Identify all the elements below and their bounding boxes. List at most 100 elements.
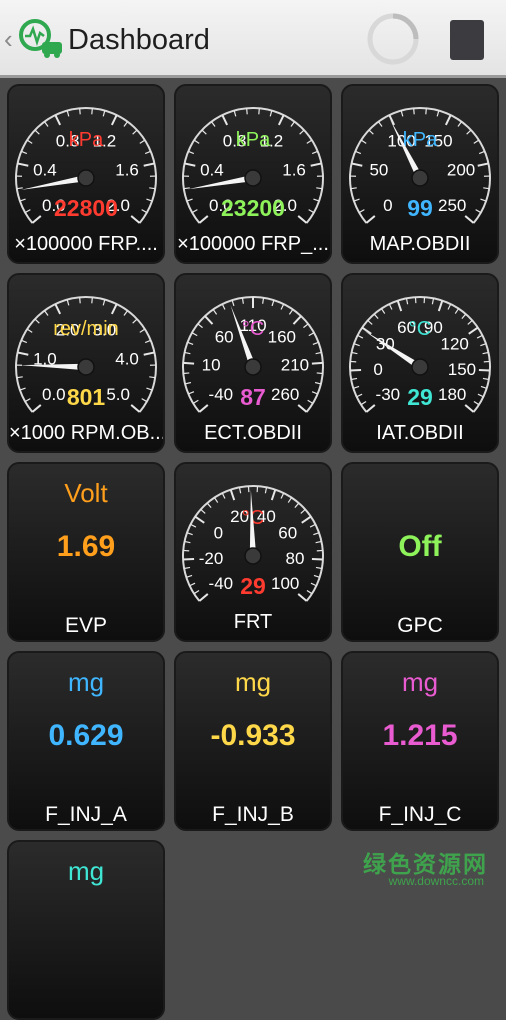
gauge-label: FRT [176, 611, 330, 634]
gauge-tick-label: 250 [438, 196, 466, 215]
gauge-tick [289, 309, 292, 314]
tile-f-inj-c[interactable]: mg 1.215 F_INJ_C [341, 651, 499, 831]
gauge-tick [140, 140, 145, 143]
gauge-tick [149, 188, 155, 189]
gauge-tick [21, 151, 27, 153]
gauge-tick [311, 163, 322, 165]
gauge-tick [188, 392, 194, 394]
gauge-tick [401, 111, 403, 117]
gauge-tick [353, 386, 359, 388]
gauge-needle [20, 364, 86, 370]
stop-button[interactable] [450, 20, 484, 60]
gauge-tick [17, 377, 23, 378]
action-bar: ‹ Dashboard [0, 0, 506, 78]
gauge-tick [103, 111, 105, 117]
page-title: Dashboard [68, 22, 210, 58]
gauge-unit: kPa [236, 129, 271, 151]
gauge-tick-label: -20 [199, 549, 224, 568]
gauge-tick [265, 487, 266, 493]
gauge-tick [133, 319, 137, 323]
gauge-tick-label: 1.6 [115, 160, 139, 179]
gauge-tick [468, 320, 472, 324]
gauge-tick [199, 405, 207, 412]
gauge-tick-label: 210 [281, 356, 309, 375]
gauge-tick [185, 352, 191, 353]
gauge-tick [191, 524, 196, 527]
tile-gpc[interactable]: Off GPC [341, 462, 499, 642]
gauge-tick [476, 210, 481, 213]
gauge-tick [80, 108, 81, 114]
gauge-tick [295, 503, 299, 508]
gauge-label: ×100000 FRP_... [176, 233, 330, 256]
gauge-tick [247, 108, 248, 114]
gauge-tick [35, 130, 39, 134]
gauge-hub [245, 170, 261, 186]
gauge-tick [378, 122, 382, 127]
gauge-tick-label: -40 [209, 574, 234, 593]
tile-f-inj-d[interactable]: mg [7, 840, 165, 1020]
gauge-tick-label: 120 [441, 334, 469, 353]
gauge-tick [205, 316, 213, 324]
gauge-value: 801 [67, 384, 106, 410]
gauge-hub [245, 359, 261, 375]
gauge-tick [199, 216, 207, 223]
gauge-tick [311, 583, 316, 586]
gauge-unit: rev/min [53, 318, 119, 340]
gauge-tick [312, 392, 318, 394]
gauge-tick [352, 163, 363, 165]
gauge-frt[interactable]: -40-20020406080100°C29 FRT [174, 462, 332, 642]
gauge-tick [194, 140, 199, 143]
gauge-tick [313, 199, 319, 201]
gauge-tick [133, 130, 137, 134]
gauge-tick [302, 517, 311, 523]
loading-spinner-icon [366, 12, 420, 66]
gauge-tick [190, 583, 195, 586]
gauge-tick [389, 115, 394, 125]
gauge-tick [479, 151, 485, 153]
gauge-hub [412, 170, 428, 186]
gauge-tick [361, 140, 366, 143]
gauge-tick [314, 575, 320, 577]
tile-f-inj-b[interactable]: mg -0.933 F_INJ_B [174, 651, 332, 831]
gauge-frp-2[interactable]: 0.00.40.81.21.62.0kPa23200 ×100000 FRP_.… [174, 84, 332, 264]
gauge-rpm[interactable]: 0.01.02.03.04.05.0rev/min801 ×1000 RPM.O… [7, 273, 165, 453]
gauge-tick [381, 309, 384, 314]
gauge-tick [465, 405, 473, 412]
gauge-tick [312, 559, 323, 560]
gauge-tick [483, 378, 489, 379]
gauge-tick [358, 335, 363, 338]
gauge-tick [350, 370, 361, 371]
gauge-tick-label: 80 [285, 549, 304, 568]
gauge-value: 87 [240, 384, 266, 410]
gauge-tick [140, 329, 145, 332]
gauge-tick [312, 363, 323, 364]
gauge-tick [308, 400, 313, 403]
back-chevron-icon[interactable]: ‹ [4, 26, 13, 52]
gauge-frp-1[interactable]: 0.00.40.81.21.62.0kPa22800 ×100000 FRP..… [7, 84, 165, 264]
tile-value: 1.69 [9, 530, 163, 564]
gauge-tick [316, 567, 322, 568]
gauge-tick [92, 108, 93, 114]
tile-label: F_INJ_B [176, 803, 330, 827]
gauge-tick [469, 328, 478, 334]
tile-evp[interactable]: Volt 1.69 EVP [7, 462, 165, 642]
gauge-tick [124, 122, 128, 127]
gauge-ect[interactable]: -401060110160210260°C87 ECT.OBDII [174, 273, 332, 453]
gauge-tick [309, 333, 314, 336]
tile-value: Off [343, 530, 497, 564]
app-car-icon[interactable] [18, 18, 64, 60]
tile-f-inj-a[interactable]: mg 0.629 F_INJ_A [7, 651, 165, 831]
gauge-map[interactable]: 050100150200250kPa99 MAP.OBDII [341, 84, 499, 264]
gauge-tick [27, 329, 32, 332]
gauge-tick [142, 210, 147, 213]
gauge-tick [300, 130, 304, 134]
gauge-iat[interactable]: -300306090120150180°C29 IAT.OBDII [341, 273, 499, 453]
gauge-tick [44, 311, 48, 316]
gauge-tick [455, 309, 458, 314]
gauge-tick-label: 0.4 [200, 160, 224, 179]
gauge-tick [17, 188, 23, 189]
gauge-tick [185, 163, 196, 165]
tile-label: EVP [9, 614, 163, 638]
gauge-tick [465, 216, 473, 223]
gauge-tick-label: -40 [209, 385, 234, 404]
